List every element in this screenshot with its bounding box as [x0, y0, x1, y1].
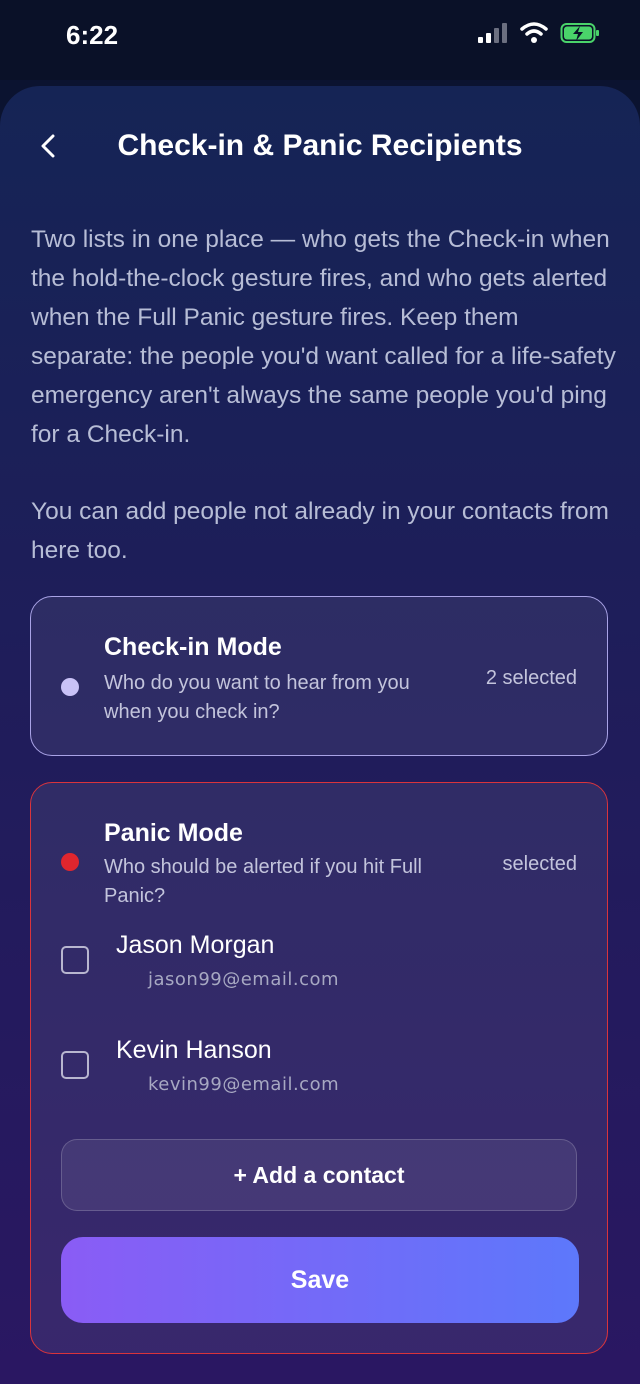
wifi-icon	[520, 22, 548, 43]
panic-mode-count: selected	[502, 853, 578, 875]
contact-email: kevin99@email.com	[148, 1074, 340, 1095]
contact-name: Kevin Hanson	[116, 1036, 272, 1064]
page-title: Check-in & Panic Recipients	[117, 129, 523, 162]
panic-mode-card: Panic Mode Who should be alerted if you …	[30, 782, 608, 1354]
intro-paragraph-contacts: You can add people not already in your c…	[31, 498, 609, 564]
battery-charging-icon	[560, 23, 599, 43]
panic-mode-description: Who should be alerted if you hit Full Pa…	[104, 856, 422, 907]
add-contact-button[interactable]: + Add a contact	[61, 1139, 577, 1211]
contact-email: jason99@email.com	[148, 969, 340, 990]
status-icons	[478, 22, 600, 44]
checkin-mode-description: Who do you want to hear from you when yo…	[104, 672, 410, 723]
signal-icon	[478, 23, 507, 43]
checkin-mode-count: 2 selected	[485, 667, 577, 689]
status-bar: 6:22	[0, 0, 640, 80]
contact-checkbox-jason-morgan[interactable]	[61, 946, 89, 974]
intro-paragraph: Two lists in one place — who gets the Ch…	[31, 226, 616, 448]
contact-name: Jason Morgan	[116, 931, 275, 959]
save-button[interactable]: Save	[61, 1237, 579, 1323]
status-time: 6:22	[66, 20, 119, 50]
contact-checkbox-kevin-hanson[interactable]	[61, 1051, 89, 1079]
checkin-mode-card[interactable]: Check-in Mode Who do you want to hear fr…	[30, 596, 608, 756]
panic-mode-title: Panic Mode	[104, 819, 243, 847]
checkin-mode-indicator	[61, 678, 79, 696]
checkin-mode-title: Check-in Mode	[104, 633, 282, 661]
panic-mode-indicator	[61, 853, 79, 871]
recipients-sheet: Check-in & Panic Recipients Two lists in…	[0, 86, 640, 1384]
